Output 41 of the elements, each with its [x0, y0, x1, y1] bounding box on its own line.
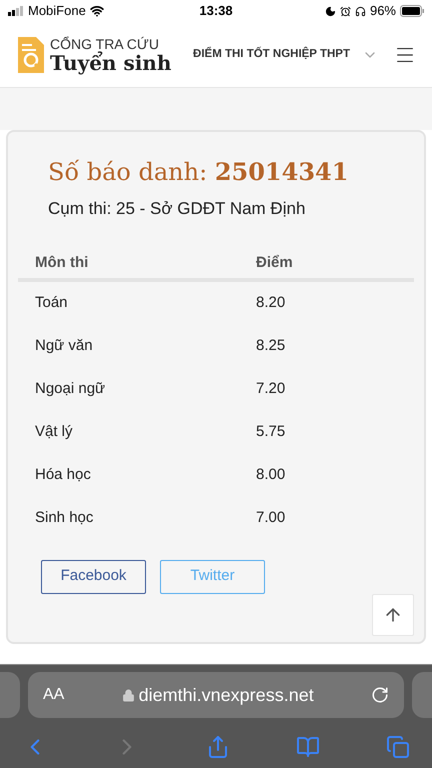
logo-title: Tuyển sinh: [50, 52, 172, 72]
subject-cell-text: Vật lý: [34, 422, 74, 442]
bookmarks-icon[interactable]: [296, 734, 320, 758]
next-tab-edge[interactable]: [412, 672, 432, 718]
address-bar[interactable]: AA diemthi.vnexpress.net: [28, 672, 404, 718]
section-dropdown[interactable]: ĐIỂM THI TỐT NGHIỆP THPT: [193, 46, 378, 64]
column-header: Môn thi: [34, 253, 90, 274]
score-cell-text: 5.75: [256, 422, 286, 442]
text-size-button[interactable]: AA: [43, 683, 64, 707]
scroll-top-button[interactable]: [372, 594, 414, 636]
tabs-icon[interactable]: [386, 734, 410, 758]
battery-icon: [400, 5, 424, 17]
clock-time: 13:38: [199, 2, 233, 20]
column-header: Điểm: [256, 253, 293, 274]
score-cell-text: 8.00: [256, 464, 286, 485]
exam-cluster: Cụm thi: 25 - Sở GDĐT Nam Định: [48, 198, 306, 220]
score-cell-text: 7.00: [256, 508, 286, 528]
signal-icon: [8, 6, 24, 16]
carrier-name: MobiFone: [28, 2, 86, 20]
headphones-icon: [354, 6, 366, 16]
score-cell-text: 7.20: [256, 378, 286, 399]
score-cell-text: 8.20: [256, 292, 286, 313]
subject-cell-text: Sinh học: [34, 508, 94, 528]
lock-icon: [122, 688, 135, 702]
facebook-button[interactable]: Facebook: [41, 560, 146, 594]
candidate-number: Số báo danh: 25014341: [48, 156, 350, 188]
reload-icon[interactable]: [371, 686, 389, 704]
score-cell-text: 8.25: [256, 336, 286, 356]
logo-caption: CỔNG TRA CỨU: [50, 36, 160, 50]
alarm-icon: [340, 6, 351, 16]
previous-tab-edge[interactable]: [0, 672, 20, 718]
share-icon[interactable]: [206, 734, 230, 758]
subject-cell-text: Toán: [34, 292, 69, 313]
moon-icon: [324, 6, 336, 16]
wifi-icon: [90, 4, 104, 18]
url-text: diemthi.vnexpress.net: [138, 684, 314, 707]
battery-percent: 96%: [370, 2, 396, 20]
logo-icon: [16, 34, 46, 74]
subject-cell-text: Ngoại ngữ: [34, 378, 106, 399]
subject-cell-text: Ngữ văn: [34, 336, 94, 356]
subject-cell-text: Hóa học: [34, 464, 92, 485]
